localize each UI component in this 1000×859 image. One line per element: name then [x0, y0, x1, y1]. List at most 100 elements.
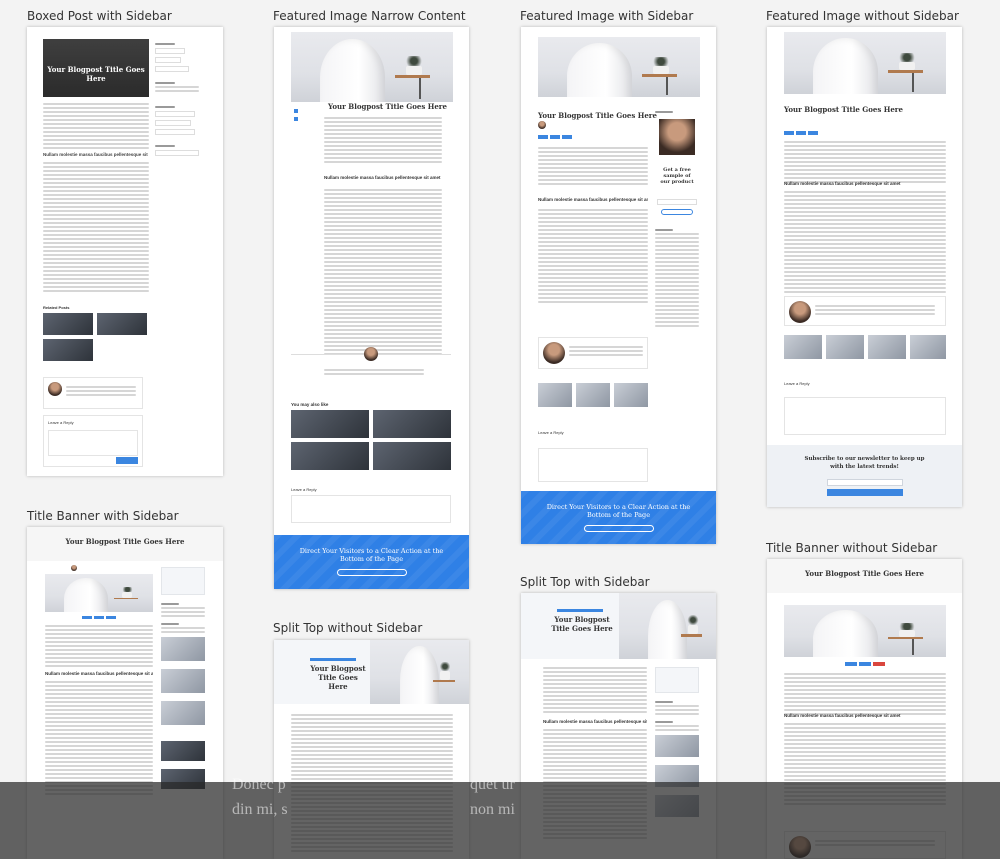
cta-button[interactable]	[336, 569, 407, 576]
post-title: Your Blogpost Title Goes Here	[328, 102, 447, 111]
post-title-line-1: Your Blogpost	[554, 615, 610, 624]
caption-title-banner-sidebar: Title Banner with Sidebar	[27, 509, 179, 523]
post-subheading: Nullam molestie massa faucibus pellentes…	[43, 152, 149, 157]
post-body-2	[43, 160, 149, 294]
post-title: Your Blogpost Title Goes Here	[65, 537, 185, 546]
share-button[interactable]	[784, 131, 794, 135]
post-body-2	[324, 187, 442, 357]
related-posts-heading: Related Posts	[43, 305, 70, 310]
caption-split-top-no-sidebar: Split Top without Sidebar	[273, 621, 423, 635]
you-may-also-like-heading: You may also like	[291, 402, 329, 407]
related-post-thumb[interactable]	[538, 383, 572, 407]
related-post-thumb[interactable]	[43, 313, 93, 335]
related-post-thumb[interactable]	[576, 383, 610, 407]
share-button[interactable]	[808, 131, 818, 135]
newsletter-subscribe-button[interactable]	[827, 489, 903, 496]
post-title-line-1: Your Blogpost	[310, 664, 366, 673]
layout-card-boxed-post[interactable]: Your Blogpost Title Goes Here Nullam mol…	[27, 27, 223, 476]
share-button[interactable]	[873, 662, 885, 666]
featured-image	[45, 574, 153, 612]
related-post-thumb[interactable]	[910, 335, 946, 359]
share-button[interactable]	[538, 135, 548, 139]
share-icon[interactable]	[294, 109, 298, 113]
related-post-thumb[interactable]	[826, 335, 864, 359]
promo-text: Get a free sample of our product	[655, 167, 699, 185]
post-subheading: Nullam molestie massa faucibus pellentes…	[538, 197, 648, 202]
featured-image	[370, 640, 469, 704]
author-box	[784, 296, 946, 326]
post-title-line-2: Title Goes Here	[318, 673, 358, 691]
share-button[interactable]	[550, 135, 560, 139]
share-button[interactable]	[562, 135, 572, 139]
submit-comment-button[interactable]	[116, 457, 138, 464]
featured-image	[784, 32, 946, 94]
comment-form[interactable]: Leave a Reply	[43, 415, 143, 467]
overlay-text-mid: din mi, s	[232, 801, 288, 818]
author-avatar	[543, 342, 565, 364]
featured-image	[538, 37, 700, 97]
share-icon[interactable]	[294, 117, 298, 121]
newsletter-line-2: with the latest trends!	[830, 464, 899, 470]
post-title: Your Blogpost Title Goes Here	[47, 65, 145, 83]
share-button[interactable]	[82, 616, 92, 619]
sidebar-photo	[659, 119, 695, 155]
promo-line-3: our product	[660, 179, 694, 185]
share-button[interactable]	[94, 616, 104, 619]
post-subheading: Nullam molestie massa faucibus pellentes…	[784, 181, 901, 186]
sidebar-thumb[interactable]	[655, 735, 699, 757]
post-title-line-2: Title Goes Here	[551, 624, 613, 633]
post-body	[784, 671, 946, 717]
newsletter-section: Subscribe to our newsletter to keep up w…	[767, 445, 962, 507]
related-post-thumb[interactable]	[373, 442, 451, 470]
sidebar	[161, 567, 205, 789]
sidebar	[155, 41, 207, 159]
author-avatar	[789, 301, 811, 323]
sidebar: Get a free sample of our product	[655, 109, 699, 327]
related-post-thumb[interactable]	[784, 335, 822, 359]
related-post-thumb[interactable]	[43, 339, 93, 361]
overlay-text-left: Donec p	[232, 776, 286, 793]
layout-card-featured-with-sidebar[interactable]: Your Blogpost Title Goes Here Nullam mol…	[521, 27, 716, 544]
share-button[interactable]	[845, 662, 857, 666]
related-post-thumb[interactable]	[373, 410, 451, 438]
related-post-thumb[interactable]	[291, 410, 369, 438]
leave-reply-heading: Leave a Reply	[291, 487, 317, 492]
promo-input[interactable]	[657, 199, 697, 205]
comment-textarea[interactable]	[48, 430, 138, 456]
promo-button[interactable]	[661, 209, 693, 215]
caption-split-top-sidebar: Split Top with Sidebar	[520, 575, 650, 589]
share-button[interactable]	[796, 131, 806, 135]
post-subheading: Nullam molestie massa faucibus pellentes…	[45, 671, 153, 676]
related-post-thumb[interactable]	[291, 442, 369, 470]
featured-image	[619, 593, 716, 659]
comment-textarea[interactable]	[291, 495, 451, 523]
post-title: Your Blogpost Title Goes Here	[805, 569, 924, 578]
cta-line-2: Bottom of the Page	[586, 511, 651, 519]
cta-button[interactable]	[583, 525, 654, 532]
sidebar-thumb[interactable]	[161, 669, 205, 693]
post-body-2	[538, 207, 648, 305]
split-top-header: Your Blogpost Title Goes Here	[274, 640, 469, 704]
overlay-text-right-bottom: non mi	[470, 801, 515, 818]
leave-reply-heading: Leave a Reply	[538, 430, 564, 435]
post-subheading: Nullam molestie massa faucibus pellentes…	[324, 175, 441, 180]
newsletter-email-input[interactable]	[827, 479, 903, 486]
post-subheading: Nullam molestie massa faucibus pellentes…	[543, 719, 647, 724]
sidebar-thumb[interactable]	[161, 701, 205, 725]
title-banner: Your Blogpost Title Goes Here	[767, 559, 962, 593]
comment-textarea[interactable]	[784, 397, 946, 435]
share-button[interactable]	[859, 662, 871, 666]
sidebar-thumb[interactable]	[161, 637, 205, 661]
related-post-thumb[interactable]	[97, 313, 147, 335]
cta-line-2: Bottom of the Page	[339, 555, 404, 563]
cta-banner: Direct Your Visitors to a Clear Action a…	[521, 491, 716, 544]
layout-card-featured-without-sidebar[interactable]: Your Blogpost Title Goes Here Nullam mol…	[767, 27, 962, 507]
share-button[interactable]	[106, 616, 116, 619]
sidebar-thumb[interactable]	[161, 741, 205, 761]
newsletter-line-1: Subscribe to our newsletter to keep up	[804, 456, 925, 462]
comment-textarea[interactable]	[538, 448, 648, 482]
related-post-thumb[interactable]	[614, 383, 648, 407]
related-post-thumb[interactable]	[868, 335, 906, 359]
layout-card-narrow-content[interactable]: Your Blogpost Title Goes Here Nullam mol…	[274, 27, 469, 589]
post-body-2	[45, 679, 153, 797]
